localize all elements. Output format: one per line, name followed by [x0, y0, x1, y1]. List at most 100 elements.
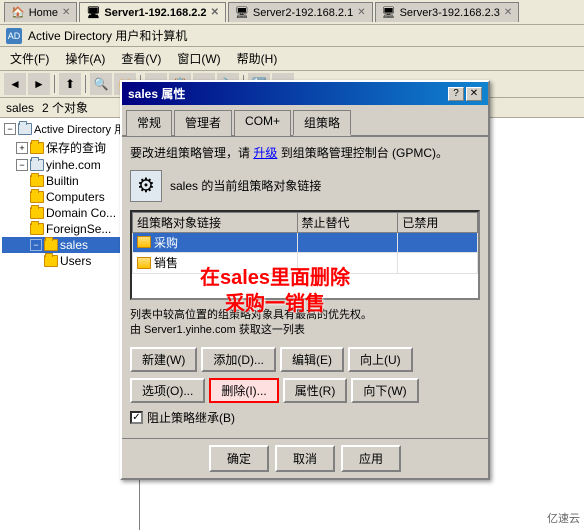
cancel-button[interactable]: 取消 [275, 445, 335, 472]
menu-view[interactable]: 查看(V) [115, 49, 167, 68]
tree-foreignse-label: ForeignSe... [46, 222, 111, 236]
gpo-xiaoshou-disabled [398, 253, 478, 274]
tab-com[interactable]: COM+ [234, 110, 291, 136]
tab-server1[interactable]: 🖥 Server1-192.168.2.2 ✕ [79, 2, 226, 22]
folder-icon-computers [30, 191, 44, 203]
menu-window[interactable]: 窗口(W) [171, 49, 226, 68]
properties-gpo-button[interactable]: 属性(R) [283, 378, 348, 403]
gpo-table: 组策略对象链接 禁止替代 已禁用 采购 [132, 212, 478, 274]
expand-saved[interactable]: + [16, 142, 28, 154]
col-disabled: 已禁用 [398, 212, 478, 232]
browser-tab-bar: 🏠 Home ✕ 🖥 Server1-192.168.2.2 ✕ 🖥 Serve… [0, 0, 584, 25]
tree-item-saved[interactable]: + 保存的查询 [2, 138, 137, 157]
menu-bar: 文件(F) 操作(A) 查看(V) 窗口(W) 帮助(H) [0, 47, 584, 71]
tab-general[interactable]: 常规 [126, 110, 172, 136]
gpo-xiaoshou-name: 销售 [133, 253, 298, 274]
status-count: 2 个对象 [42, 99, 88, 116]
gpo-caigou-icon-row: 采购 [137, 234, 178, 251]
btn-row-1: 新建(W) 添加(D)... 编辑(E) 向上(U) [130, 347, 480, 372]
expand-domain[interactable]: − [16, 159, 28, 171]
app-title-bar: AD Active Directory 用户和计算机 [0, 25, 584, 47]
dialog-footer: 确定 取消 应用 [122, 438, 488, 478]
tree-item-domainco[interactable]: Domain Co... [2, 205, 137, 221]
tree-sales-label: sales [60, 238, 88, 252]
tab-home[interactable]: 🏠 Home ✕ [4, 2, 77, 22]
back-button[interactable]: ◄ [4, 73, 26, 95]
expand-root[interactable]: − [4, 123, 16, 135]
tree-root: − Active Directory 用户和计算机 + 保存的查询 − yinh… [0, 118, 139, 271]
dialog-close-button[interactable]: ✕ [466, 87, 482, 101]
table-row-caigou[interactable]: 采购 [133, 232, 478, 253]
folder-icon-sales [44, 239, 58, 251]
info-text: sales 的当前组策略对象链接 [170, 177, 321, 194]
gpo-xiaoshou-icon-row: 销售 [137, 254, 178, 271]
dialog-content: 要改进组策略管理，请 升级 到组策略管理控制台 (GPMC)。 ⚙ sales … [122, 137, 488, 438]
table-row-xiaoshou[interactable]: 销售 [133, 253, 478, 274]
left-tree-panel: − Active Directory 用户和计算机 + 保存的查询 − yinh… [0, 118, 140, 530]
folder-icon-foreignse [30, 223, 44, 235]
tree-item-foreignse[interactable]: ForeignSe... [2, 221, 137, 237]
tab-close-server3[interactable]: ✕ [504, 7, 512, 18]
tab-server3[interactable]: 🖥 Server3-192.168.2.3 ✕ [375, 2, 520, 22]
dialog-help-button[interactable]: ? [448, 87, 464, 101]
toolbar-separator-2 [85, 75, 86, 93]
dialog-tab-bar: 常规 管理者 COM+ 组策略 [122, 105, 488, 137]
menu-file[interactable]: 文件(F) [4, 49, 55, 68]
dialog-title-buttons: ? ✕ [448, 87, 482, 101]
search-button[interactable]: 🔍 [90, 73, 112, 95]
tree-item-users[interactable]: Users [2, 253, 137, 269]
folder-icon-users [44, 255, 58, 267]
checkbox-row: ✓ 阻止策略继承(B) [130, 409, 480, 426]
add-button[interactable]: 添加(D)... [201, 347, 276, 372]
up-gpo-button[interactable]: 向上(U) [348, 347, 413, 372]
tab-manager[interactable]: 管理者 [174, 110, 232, 136]
tree-domain-label: yinhe.com [46, 158, 101, 172]
sales-properties-dialog: sales 属性 ? ✕ 常规 管理者 COM+ 组策略 要改进组策略管理，请 … [120, 80, 490, 480]
down-gpo-button[interactable]: 向下(W) [351, 378, 418, 403]
expand-sales[interactable]: − [30, 239, 42, 251]
tab-close-server1[interactable]: ✕ [211, 7, 219, 18]
checkbox-label: 阻止策略继承(B) [147, 409, 235, 426]
gpo-icon: ⚙ [130, 170, 162, 202]
home-icon: 🏠 [11, 6, 25, 19]
up-button[interactable]: ⬆ [59, 73, 81, 95]
tree-builtin-label: Builtin [46, 174, 79, 188]
info-row: ⚙ sales 的当前组策略对象链接 [130, 170, 480, 202]
server3-icon: 🖥 [382, 6, 396, 19]
folder-icon-builtin [30, 175, 44, 187]
options-button[interactable]: 选项(O)... [130, 378, 205, 403]
tree-item-domain[interactable]: − yinhe.com [2, 157, 137, 173]
app-icon: AD [6, 28, 22, 44]
tree-item-sales[interactable]: − sales [2, 237, 137, 253]
apply-button[interactable]: 应用 [341, 445, 401, 472]
upgrade-link[interactable]: 升级 [253, 146, 277, 160]
delete-gpo-button[interactable]: 删除(I)... [209, 378, 278, 403]
block-inherit-checkbox[interactable]: ✓ [130, 411, 143, 424]
col-gpo-link: 组策略对象链接 [133, 212, 298, 232]
tab-close-server2[interactable]: ✕ [357, 7, 365, 18]
tab-server2[interactable]: 🖥 Server2-192.168.2.1 ✕ [228, 2, 373, 22]
menu-help[interactable]: 帮助(H) [231, 49, 284, 68]
folder-icon-root [18, 123, 32, 135]
tree-item-builtin[interactable]: Builtin [2, 173, 137, 189]
gpo-caigou-name: 采购 [133, 232, 298, 253]
gpo-caigou-override [297, 232, 398, 253]
edit-button[interactable]: 编辑(E) [280, 347, 344, 372]
ok-button[interactable]: 确定 [209, 445, 269, 472]
app-title: Active Directory 用户和计算机 [28, 27, 187, 44]
tab-grouppolicy[interactable]: 组策略 [293, 110, 351, 136]
watermark: 亿速云 [547, 510, 580, 526]
server1-icon: 🖥 [86, 6, 100, 19]
tree-item-root[interactable]: − Active Directory 用户和计算机 [2, 120, 137, 138]
menu-action[interactable]: 操作(A) [59, 49, 111, 68]
new-button[interactable]: 新建(W) [130, 347, 197, 372]
tree-computers-label: Computers [46, 190, 105, 204]
gpo-xiaoshou-override [297, 253, 398, 274]
gpo-table-wrapper[interactable]: 组策略对象链接 禁止替代 已禁用 采购 [130, 210, 480, 300]
tab-close-home[interactable]: ✕ [62, 7, 70, 18]
tree-item-computers[interactable]: Computers [2, 189, 137, 205]
tree-users-label: Users [60, 254, 91, 268]
folder-icon-xiaoshou [137, 257, 151, 269]
folder-icon-domain [30, 159, 44, 171]
forward-button[interactable]: ► [28, 73, 50, 95]
